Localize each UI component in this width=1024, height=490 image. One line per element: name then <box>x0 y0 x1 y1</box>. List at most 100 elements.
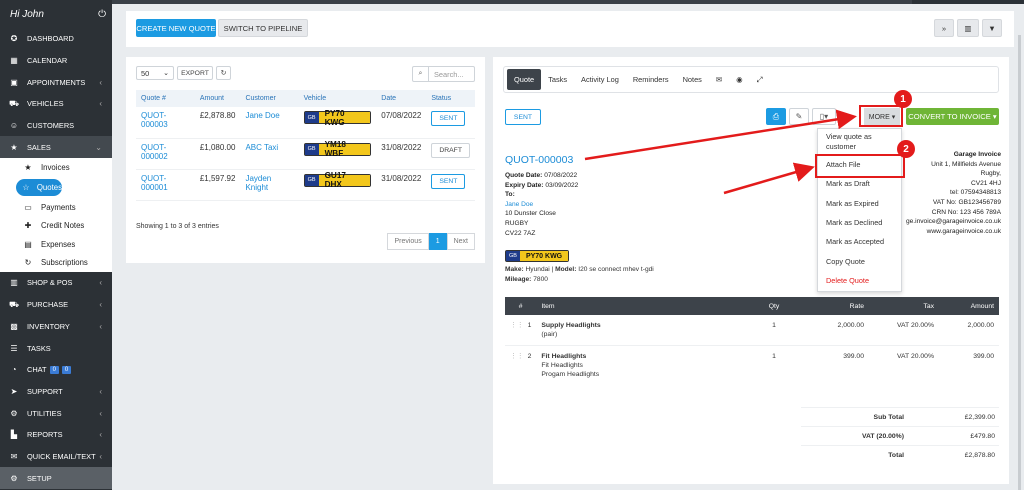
setup-icon: ⚙ <box>10 473 18 483</box>
column-header-vehicle[interactable]: Vehicle <box>298 90 377 107</box>
column-header-amount[interactable]: Amount <box>194 90 241 107</box>
power-icon[interactable]: ⏻ <box>98 9 106 20</box>
sidebar-item-subscriptions[interactable]: ↻ Subscriptions <box>0 254 112 273</box>
eye-icon[interactable]: ◉ <box>729 69 749 90</box>
sidebar-item-quotes[interactable]: ☆ Quotes <box>16 178 62 196</box>
scrollbar[interactable] <box>1018 35 1021 490</box>
page-size-select[interactable]: 50 ⌄ <box>136 66 174 80</box>
chart-icon[interactable]: ▥ <box>957 19 979 37</box>
quote-detail-panel: Quote Tasks Activity Log Reminders Notes… <box>493 57 1009 484</box>
sidebar-item-label: CHAT <box>27 365 47 375</box>
menu-view-as-customer[interactable]: View quote as customer <box>818 129 901 155</box>
search-input[interactable]: ⌕ Search... <box>412 66 475 82</box>
refresh-icon[interactable]: ↻ <box>216 66 231 80</box>
total-row: Total £2,878.80 <box>801 445 999 464</box>
table-row[interactable]: QUOT-000002 £1,080.00 ABC Taxi GB YM18 WBF 31… <box>136 138 475 170</box>
quote-link[interactable]: QUOT-000001 <box>141 174 168 192</box>
sidebar-item-label: Subscriptions <box>41 258 88 268</box>
menu-mark-declined[interactable]: Mark as Declined <box>818 213 901 232</box>
sidebar-item-inventory[interactable]: ▩ INVENTORY ‹ <box>0 315 112 337</box>
drag-handle-icon[interactable]: ⋮⋮ <box>510 353 524 360</box>
table-row[interactable]: QUOT-000003 £2,878.80 Jane Doe GB PY70 KWG 07… <box>136 107 475 139</box>
sidebar-item-invoices[interactable]: ★ Invoices <box>0 158 112 177</box>
menu-mark-accepted[interactable]: Mark as Accepted <box>818 232 901 251</box>
pdf-icon[interactable]: ▯▾ <box>812 108 836 125</box>
print-icon[interactable]: ⎙ <box>766 108 786 125</box>
filter-icon[interactable]: ▼ <box>982 19 1002 37</box>
column-header-status[interactable]: Status <box>426 90 475 107</box>
sidebar-item-customers[interactable]: ☺ CUSTOMERS <box>0 115 112 137</box>
sidebar-item-purchase[interactable]: ⛟ PURCHASE ‹ <box>0 294 112 316</box>
plate-country: GB <box>304 112 319 123</box>
sidebar-item-dashboard[interactable]: ✪ DASHBOARD <box>0 28 112 50</box>
status-badge: SENT <box>431 111 466 126</box>
menu-mark-expired[interactable]: Mark as Expired <box>818 194 901 213</box>
sidebar-item-label: UTILITIES <box>27 408 62 418</box>
menu-delete-quote[interactable]: Delete Quote <box>818 271 901 290</box>
sidebar-item-shop-pos[interactable]: ▥ SHOP & POS ‹ <box>0 272 112 294</box>
customer-link[interactable]: Jane Doe <box>505 200 578 210</box>
sidebar-item-sales[interactable]: ★ SALES ⌄ <box>0 136 112 159</box>
menu-copy-quote[interactable]: Copy Quote <box>818 251 901 270</box>
edit-icon[interactable]: ✎ <box>789 108 809 125</box>
drag-handle-icon[interactable]: ⋮⋮ <box>510 322 524 329</box>
sidebar-item-label: TASKS <box>27 343 51 353</box>
tab-tasks[interactable]: Tasks <box>541 69 574 90</box>
amount-cell: £1,597.92 <box>194 169 241 201</box>
previous-page-button[interactable]: Previous <box>387 233 429 250</box>
sidebar-item-label: CALENDAR <box>27 56 68 66</box>
tab-notes[interactable]: Notes <box>676 69 709 90</box>
vehicle-plate[interactable]: GB YM18 WBF <box>303 140 372 158</box>
switch-to-pipeline-button[interactable]: SWITCH TO PIPELINE <box>218 19 308 37</box>
customer-link[interactable]: ABC Taxi <box>245 143 278 152</box>
chevron-left-icon: ‹ <box>99 321 102 331</box>
convert-to-invoice-button[interactable]: CONVERT TO INVOICE ▾ <box>906 108 999 125</box>
quote-link[interactable]: QUOT-000002 <box>141 143 168 161</box>
chevron-left-icon: ‹ <box>99 300 102 310</box>
top-toolbar: CREATE NEW QUOTE SWITCH TO PIPELINE » ▥ … <box>126 11 1014 47</box>
sidebar-item-setup[interactable]: ⚙ SETUP <box>0 467 112 489</box>
sidebar-item-utilities[interactable]: ⚙ UTILITIES ‹ <box>0 402 112 424</box>
search-icon: ⌕ <box>413 67 429 81</box>
expand-icon[interactable]: ⤢ <box>750 69 770 90</box>
email-icon[interactable]: ✉ <box>709 69 729 90</box>
column-header-customer[interactable]: Customer <box>240 90 299 107</box>
sidebar-item-support[interactable]: ➤ SUPPORT ‹ <box>0 381 112 403</box>
dashboard-icon: ✪ <box>10 34 18 44</box>
sidebar-item-payments[interactable]: ▭ Payments <box>0 198 112 217</box>
collapse-icon[interactable]: » <box>934 19 954 37</box>
vat-row: VAT (20.00%) £479.80 <box>801 426 999 445</box>
sidebar-item-quick-email-text[interactable]: ✉ QUICK EMAIL/TEXT ‹ <box>0 446 112 468</box>
sidebar-item-expenses[interactable]: ▤ Expenses <box>0 235 112 254</box>
sidebar-item-credit-notes[interactable]: ✚ Credit Notes <box>0 216 112 235</box>
tab-quote[interactable]: Quote <box>507 69 542 90</box>
sidebar-item-vehicles[interactable]: ⛟ VEHICLES ‹ <box>0 93 112 115</box>
create-new-quote-button[interactable]: CREATE NEW QUOTE <box>136 19 216 37</box>
expenses-icon: ▤ <box>24 239 32 249</box>
table-row[interactable]: QUOT-000001 £1,597.92 Jayden Knight GB GU17 … <box>136 169 475 201</box>
tab-reminders[interactable]: Reminders <box>626 69 676 90</box>
sidebar-item-appointments[interactable]: ▣ APPOINTMENTS ‹ <box>0 71 112 93</box>
plate-number: YM18 WBF <box>318 140 371 158</box>
sidebar-item-reports[interactable]: ▙ REPORTS ‹ <box>0 424 112 446</box>
more-highlight <box>859 105 903 127</box>
customer-link[interactable]: Jane Doe <box>245 111 279 120</box>
vehicle-plate[interactable]: GB PY70 KWG <box>303 109 372 127</box>
vehicle-plate: GB PY70 KWG <box>505 250 570 262</box>
sidebar-item-chat[interactable]: ◔ CHAT 0 0 <box>0 359 112 381</box>
quick-email-text-icon: ✉ <box>10 451 18 461</box>
next-page-button[interactable]: Next <box>446 233 475 250</box>
page-1-button[interactable]: 1 <box>428 233 447 250</box>
vehicle-plate[interactable]: GB GU17 DHX <box>303 171 372 189</box>
quote-link[interactable]: QUOT-000003 <box>141 111 168 129</box>
customer-link[interactable]: Jayden Knight <box>245 174 271 192</box>
column-header-date[interactable]: Date <box>376 90 427 107</box>
quote-number: QUOT-000003 <box>505 154 574 166</box>
tab-activity-log[interactable]: Activity Log <box>574 69 626 90</box>
tasks-icon: ☰ <box>10 343 18 353</box>
sidebar-item-tasks[interactable]: ☰ TASKS <box>0 337 112 359</box>
export-button[interactable]: EXPORT <box>177 66 213 80</box>
column-header-quote[interactable]: Quote # <box>136 90 195 107</box>
quotes-icon: ☆ <box>22 182 30 192</box>
sidebar-item-calendar[interactable]: ▦ CALENDAR <box>0 50 112 72</box>
